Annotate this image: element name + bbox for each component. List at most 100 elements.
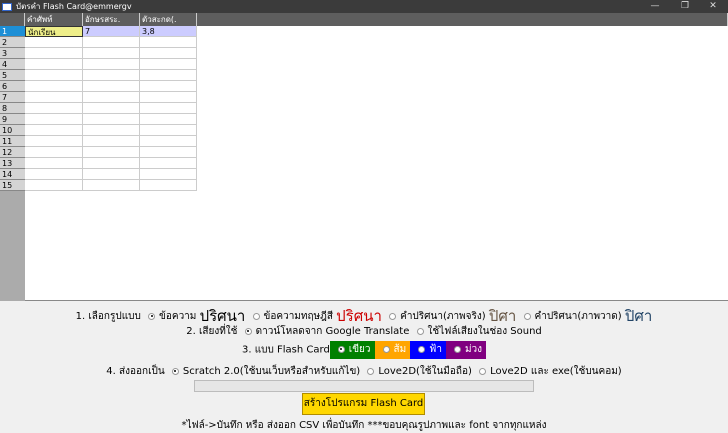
grid-cell[interactable]	[140, 37, 197, 48]
card-option-row: 3. แบบ Flash Card เขียว ส้ม ฟ้า ม่วง	[0, 341, 728, 359]
sound-google-label: ดาวน์โหลดจาก Google Translate	[255, 326, 410, 337]
grid-cell[interactable]	[83, 114, 140, 125]
word-grid[interactable]: คำศัพท์ อักษรสระ. ตัวสะกด(. 1 นักเรียน 7 3,…	[0, 13, 728, 301]
format-radio-photo[interactable]	[389, 312, 397, 320]
grid-cell[interactable]	[83, 125, 140, 136]
row-header[interactable]: 9	[0, 114, 25, 125]
grid-cell[interactable]: 7	[83, 26, 140, 37]
row-header[interactable]: 14	[0, 169, 25, 180]
card-color-radio[interactable]	[453, 345, 461, 353]
grid-cell[interactable]	[140, 92, 197, 103]
grid-cell[interactable]	[140, 147, 197, 158]
format-drawing-label: คำปริศนา(ภาพวาด)	[534, 311, 622, 322]
format-sample-text: ปริศนา	[199, 307, 246, 325]
grid-cell[interactable]	[25, 169, 83, 180]
grid-cell[interactable]	[25, 48, 83, 59]
grid-cell[interactable]	[140, 70, 197, 81]
card-color-option[interactable]: ส้ม	[374, 341, 411, 359]
card-color-radio[interactable]	[382, 345, 390, 353]
row-header[interactable]: 3	[0, 48, 25, 59]
grid-cell[interactable]	[140, 180, 197, 191]
row-header[interactable]: 12	[0, 147, 25, 158]
row-header[interactable]: 6	[0, 81, 25, 92]
column-header-word[interactable]: คำศัพท์	[25, 13, 83, 26]
close-button[interactable]: ✕	[698, 0, 728, 13]
row-header[interactable]: 7	[0, 92, 25, 103]
grid-cell[interactable]	[140, 48, 197, 59]
format-sample-photo-icon: ปิศา	[488, 307, 517, 325]
grid-cell[interactable]	[83, 81, 140, 92]
export-option-row: 4. ส่งออกเป็น Scratch 2.0(ใช้บนเว็บหรือส…	[0, 364, 728, 379]
format-radio-text[interactable]	[148, 312, 156, 320]
maximize-button[interactable]: ❐	[670, 0, 700, 13]
grid-cell[interactable]	[140, 158, 197, 169]
grid-cell[interactable]	[83, 158, 140, 169]
row-header[interactable]: 1	[0, 26, 25, 37]
card-color-radio[interactable]	[337, 345, 345, 353]
grid-cell[interactable]: นักเรียน	[25, 26, 83, 37]
grid-cell[interactable]	[140, 114, 197, 125]
grid-cell[interactable]	[140, 81, 197, 92]
grid-cell[interactable]	[83, 180, 140, 191]
card-color-label: ฟ้า	[429, 344, 442, 355]
grid-cell[interactable]	[140, 59, 197, 70]
row-header[interactable]: 11	[0, 136, 25, 147]
sound-radio-file[interactable]	[416, 327, 424, 335]
grid-cell[interactable]	[25, 37, 83, 48]
grid-cell[interactable]	[83, 92, 140, 103]
format-label: 1. เลือกรูปแบบ	[75, 311, 141, 322]
grid-cell[interactable]	[83, 147, 140, 158]
row-header[interactable]: 2	[0, 37, 25, 48]
minimize-button[interactable]: —	[640, 0, 670, 13]
grid-cell[interactable]	[25, 114, 83, 125]
export-radio-scratch[interactable]	[171, 367, 179, 375]
export-exe-label: Love2D และ exe(ใช้บนคอม)	[490, 366, 622, 377]
export-radio-exe[interactable]	[479, 367, 487, 375]
card-color-option[interactable]: ฟ้า	[410, 341, 446, 359]
card-color-radio[interactable]	[418, 345, 426, 353]
grid-cell[interactable]	[83, 103, 140, 114]
grid-cell[interactable]	[25, 147, 83, 158]
app-icon	[2, 2, 12, 11]
column-header-vowels[interactable]: อักษรสระ.	[83, 13, 140, 26]
grid-cell[interactable]	[140, 103, 197, 114]
grid-cell[interactable]	[25, 103, 83, 114]
column-header-final[interactable]: ตัวสะกด(.	[140, 13, 197, 26]
grid-cell[interactable]	[25, 125, 83, 136]
grid-cell[interactable]	[25, 81, 83, 92]
sound-radio-google[interactable]	[244, 327, 252, 335]
grid-cell[interactable]	[83, 48, 140, 59]
card-color-option[interactable]: ม่วง	[445, 341, 487, 359]
grid-cell[interactable]	[140, 125, 197, 136]
grid-cell[interactable]: 3,8	[140, 26, 197, 37]
card-color-option[interactable]: เขียว	[329, 341, 375, 359]
row-header[interactable]: 10	[0, 125, 25, 136]
format-sample-color: ปริศนา	[336, 307, 382, 325]
progress-bar	[194, 380, 534, 392]
row-header[interactable]: 5	[0, 70, 25, 81]
generate-flash-card-button[interactable]: สร้างโปรแกรม Flash Card	[302, 393, 425, 415]
format-radio-color[interactable]	[252, 312, 260, 320]
export-scratch-label: Scratch 2.0(ใช้บนเว็บหรือสำหรับแก้ไข)	[182, 366, 361, 377]
sound-label: 2. เสียงที่ใช้	[186, 326, 238, 337]
grid-cell[interactable]	[25, 158, 83, 169]
grid-cell[interactable]	[83, 169, 140, 180]
grid-cell[interactable]	[83, 70, 140, 81]
grid-cell[interactable]	[25, 70, 83, 81]
row-header[interactable]: 13	[0, 158, 25, 169]
grid-cell[interactable]	[83, 136, 140, 147]
format-radio-drawing[interactable]	[523, 312, 531, 320]
grid-cell[interactable]	[25, 180, 83, 191]
grid-cell[interactable]	[83, 37, 140, 48]
grid-cell[interactable]	[140, 136, 197, 147]
grid-cell[interactable]	[140, 169, 197, 180]
grid-cell[interactable]	[25, 136, 83, 147]
footer-note: *ไฟล์->บันทึก หรือ ส่งออก CSV เพื่อบันทึ…	[181, 420, 547, 431]
row-header[interactable]: 15	[0, 180, 25, 191]
grid-cell[interactable]	[25, 59, 83, 70]
row-header[interactable]: 8	[0, 103, 25, 114]
grid-cell[interactable]	[25, 92, 83, 103]
export-radio-love2d[interactable]	[367, 367, 375, 375]
row-header[interactable]: 4	[0, 59, 25, 70]
grid-cell[interactable]	[83, 59, 140, 70]
